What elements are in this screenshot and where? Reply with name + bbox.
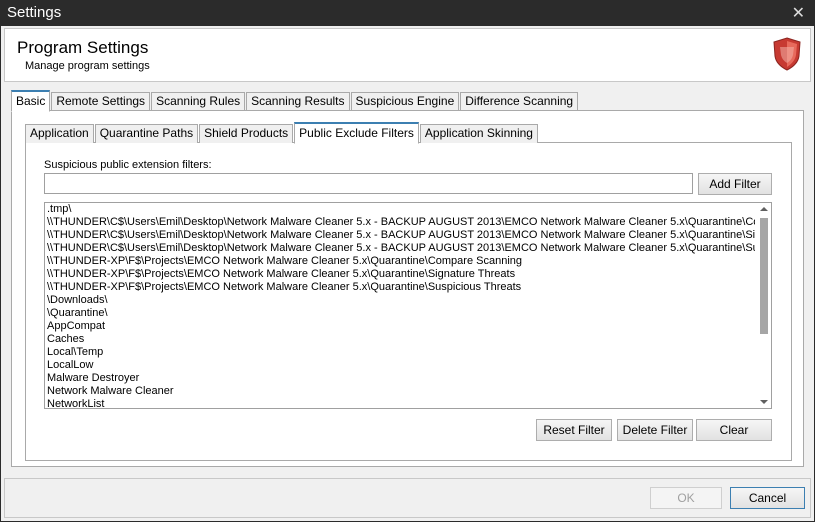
header-panel: Program Settings Manage program settings <box>4 28 811 82</box>
list-item[interactable]: \\THUNDER-XP\F$\Projects\EMCO Network Ma… <box>47 281 755 294</box>
window-title: Settings <box>7 4 62 21</box>
list-item[interactable]: \\THUNDER\C$\Users\Emil\Desktop\Network … <box>47 242 755 255</box>
reset-filter-button[interactable]: Reset Filter <box>536 419 612 441</box>
page-subtitle: Manage program settings <box>25 60 150 72</box>
list-item[interactable]: Network Malware Cleaner <box>47 385 755 398</box>
tab-basic[interactable]: Basic <box>11 90 51 112</box>
filters-label: Suspicious public extension filters: <box>44 159 212 171</box>
main-tab-strip: Basic Remote Settings Scanning Rules Scanni… <box>11 90 579 112</box>
delete-filter-button[interactable]: Delete Filter <box>617 419 693 441</box>
tab-scanning-results[interactable]: Scanning Results <box>246 92 350 111</box>
list-item[interactable]: \\THUNDER\C$\Users\Emil\Desktop\Network … <box>47 229 755 242</box>
clear-button[interactable]: Clear <box>696 419 772 441</box>
list-item[interactable]: Caches <box>47 333 755 346</box>
list-item[interactable]: NetworkList <box>47 398 755 408</box>
tab-remote-settings[interactable]: Remote Settings <box>51 92 151 111</box>
subtab-application-skinning[interactable]: Application Skinning <box>419 124 538 143</box>
list-item[interactable]: \\THUNDER-XP\F$\Projects\EMCO Network Ma… <box>47 268 755 281</box>
list-item[interactable]: \Quarantine\ <box>47 307 755 320</box>
filters-list[interactable]: .tmp\ \\THUNDER\C$\Users\Emil\Desktop\Net… <box>44 202 772 409</box>
page-title: Program Settings <box>17 38 149 57</box>
list-item[interactable]: .tmp\ <box>47 203 755 216</box>
shield-icon <box>773 37 801 71</box>
list-item[interactable]: LocalLow <box>47 359 755 372</box>
add-filter-button[interactable]: Add Filter <box>698 173 772 195</box>
filter-input[interactable] <box>44 173 693 194</box>
list-item[interactable]: \\THUNDER-XP\F$\Projects\EMCO Network Ma… <box>47 255 755 268</box>
subtab-application[interactable]: Application <box>25 124 94 143</box>
subtab-quarantine-paths[interactable]: Quarantine Paths <box>94 124 199 143</box>
cancel-button[interactable]: Cancel <box>730 487 805 509</box>
filters-scrollbar[interactable] <box>757 203 771 408</box>
public-exclude-filters-panel: Suspicious public extension filters: Add… <box>25 142 792 461</box>
sub-tab-strip: Application Quarantine Paths Shield Produc… <box>25 122 539 144</box>
footer-bar: OK Cancel <box>4 478 811 518</box>
main-tab-control: Basic Remote Settings Scanning Rules Scanni… <box>11 90 804 467</box>
scroll-thumb[interactable] <box>760 218 768 334</box>
dialog-body: Program Settings Manage program settings… <box>1 26 814 521</box>
list-item[interactable]: Malware Destroyer <box>47 372 755 385</box>
subtab-shield-products[interactable]: Shield Products <box>199 124 294 143</box>
scroll-up-icon[interactable] <box>760 207 768 211</box>
tab-scanning-rules[interactable]: Scanning Rules <box>151 92 246 111</box>
subtab-public-exclude-filters[interactable]: Public Exclude Filters <box>294 122 419 144</box>
scroll-down-icon[interactable] <box>760 400 768 404</box>
list-item[interactable]: AppCompat <box>47 320 755 333</box>
list-item[interactable]: \\THUNDER\C$\Users\Emil\Desktop\Network … <box>47 216 755 229</box>
list-item[interactable]: \Downloads\ <box>47 294 755 307</box>
close-icon[interactable]: ✕ <box>792 3 805 23</box>
list-item[interactable]: Local\Temp <box>47 346 755 359</box>
title-bar: Settings ✕ <box>0 0 815 26</box>
ok-button[interactable]: OK <box>650 487 722 509</box>
tab-suspicious-engine[interactable]: Suspicious Engine <box>350 92 460 111</box>
tab-difference-scanning[interactable]: Difference Scanning <box>460 92 579 111</box>
filters-list-items: .tmp\ \\THUNDER\C$\Users\Emil\Desktop\Net… <box>47 203 755 408</box>
